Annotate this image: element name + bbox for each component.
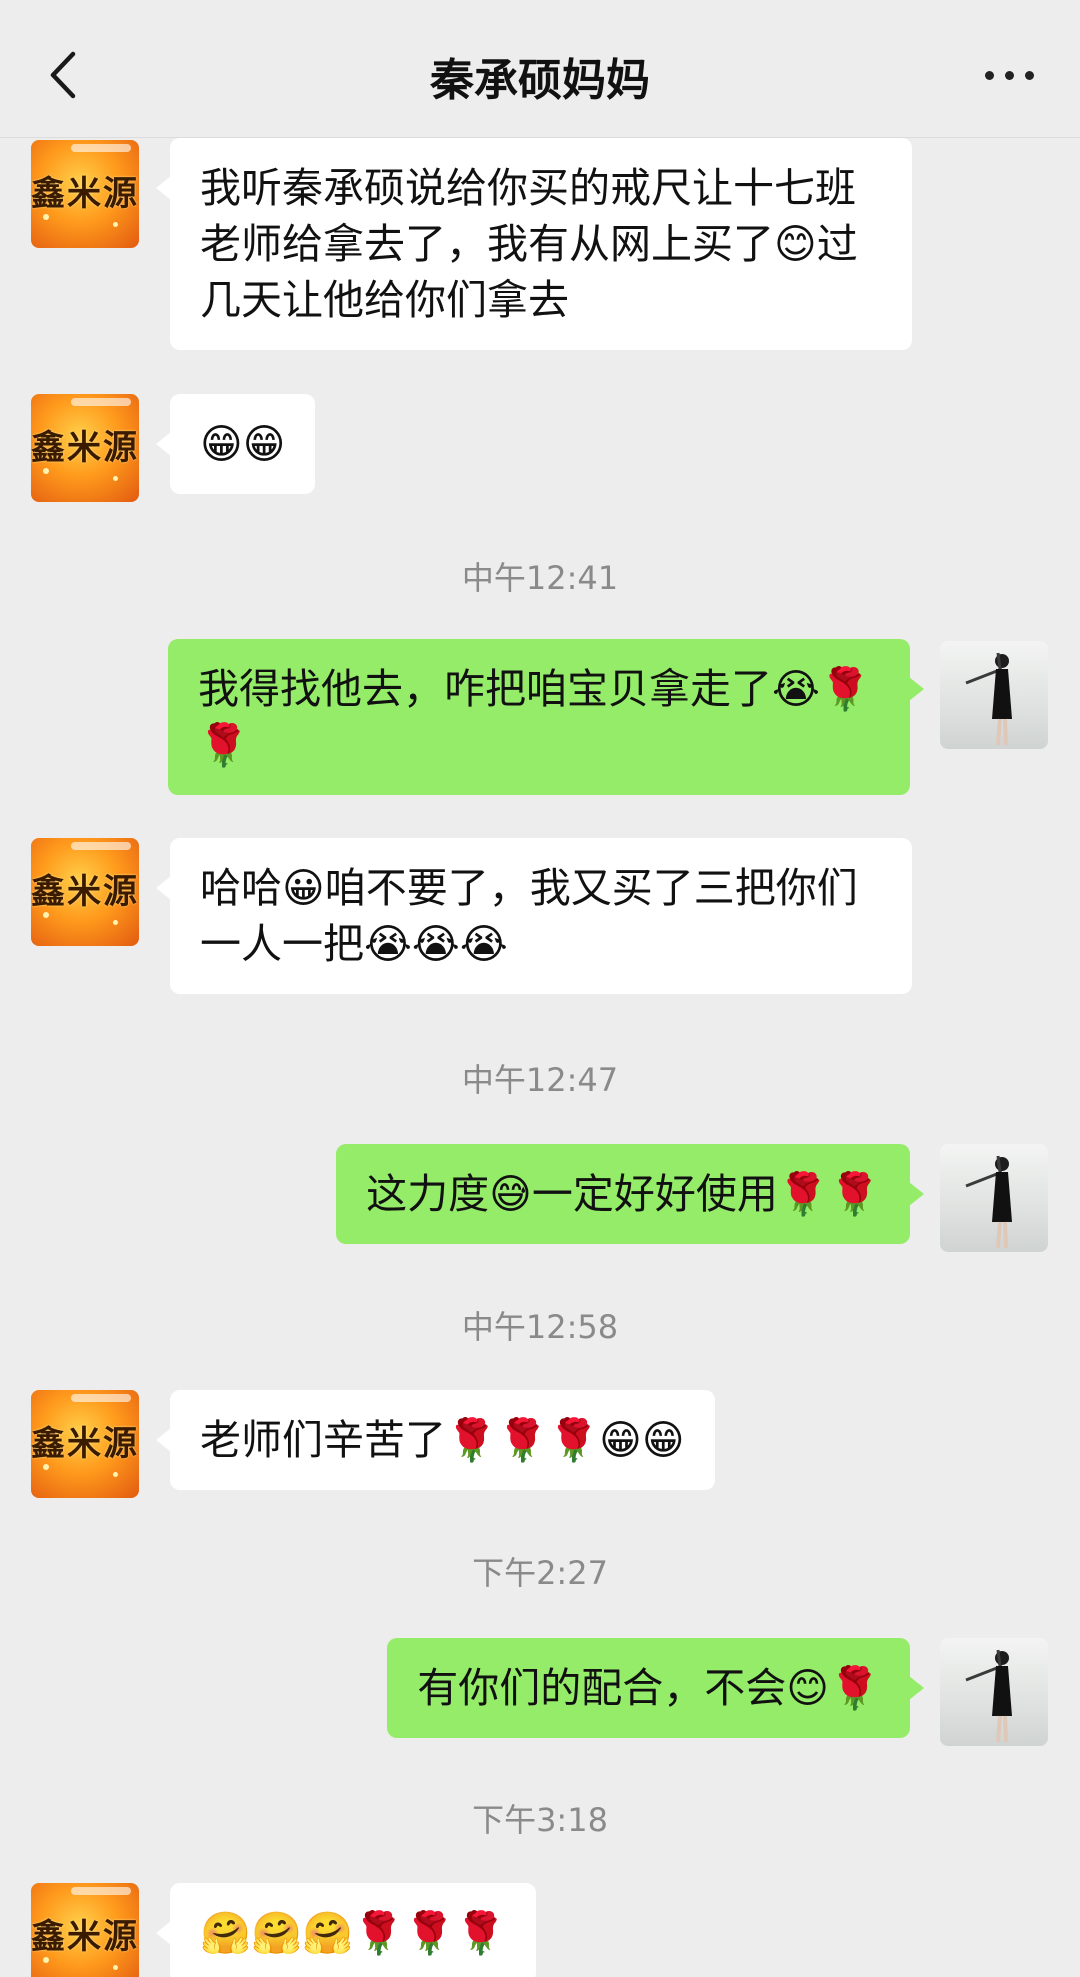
- message-bubble-incoming[interactable]: 😁😁: [155, 394, 316, 494]
- contact-avatar[interactable]: 鑫米源: [31, 1883, 139, 1977]
- chat-title: 秦承硕妈妈: [430, 55, 650, 106]
- message-bubble-outgoing[interactable]: 我得找他去，咋把咱宝贝拿走了😭🌹🌹: [168, 639, 924, 795]
- more-dots-icon: [984, 70, 994, 80]
- message-list[interactable]: 鑫米源 我听秦承硕说给你买的戒尺让十七班老师给拿去了，我有从网上买了😊过几天让他…: [0, 138, 1080, 1977]
- ballet-dancer-icon: [965, 1649, 1012, 1743]
- timestamp: 下午2:27: [472, 1554, 608, 1592]
- message-bubble-incoming[interactable]: 我听秦承硕说给你买的戒尺让十七班老师给拿去了，我有从网上买了😊过几天让他给你们拿…: [156, 138, 912, 350]
- contact-avatar[interactable]: 鑫米源: [31, 838, 139, 946]
- my-avatar[interactable]: [940, 641, 1048, 749]
- ballet-dancer-icon: [965, 1155, 1012, 1249]
- message-bubble-incoming[interactable]: 🤗🤗🤗🌹🌹🌹: [155, 1883, 537, 1977]
- message-bubble-incoming[interactable]: 老师们辛苦了🌹🌹🌹😁😁: [156, 1390, 715, 1490]
- avatar-logo-text: 鑫米源: [31, 174, 139, 214]
- timestamp: 中午12:47: [461, 1061, 619, 1099]
- my-avatar[interactable]: [940, 1144, 1048, 1252]
- timestamp: 中午12:58: [461, 1308, 619, 1346]
- timestamp: 下午3:18: [472, 1801, 608, 1839]
- avatar-logo-text: 鑫米源: [31, 1917, 139, 1957]
- ballet-dancer-icon: [965, 652, 1012, 746]
- contact-avatar[interactable]: 鑫米源: [31, 1390, 139, 1498]
- my-avatar[interactable]: [940, 1638, 1048, 1746]
- more-button[interactable]: [964, 40, 1054, 110]
- message-bubble-incoming[interactable]: 哈哈😀咱不要了，我又买了三把你们一人一把😭😭😭: [156, 838, 912, 994]
- timestamp: 中午12:41: [461, 559, 619, 597]
- contact-avatar[interactable]: 鑫米源: [31, 140, 139, 248]
- contact-avatar[interactable]: 鑫米源: [31, 394, 139, 502]
- avatar-logo-text: 鑫米源: [31, 872, 139, 912]
- chat-header: 秦承硕妈妈: [0, 0, 1080, 138]
- message-bubble-outgoing[interactable]: 这力度😅一定好好使用🌹🌹: [336, 1144, 924, 1244]
- message-bubble-outgoing[interactable]: 有你们的配合，不会😊🌹: [387, 1638, 924, 1738]
- avatar-logo-text: 鑫米源: [31, 1424, 139, 1464]
- avatar-logo-text: 鑫米源: [31, 428, 139, 468]
